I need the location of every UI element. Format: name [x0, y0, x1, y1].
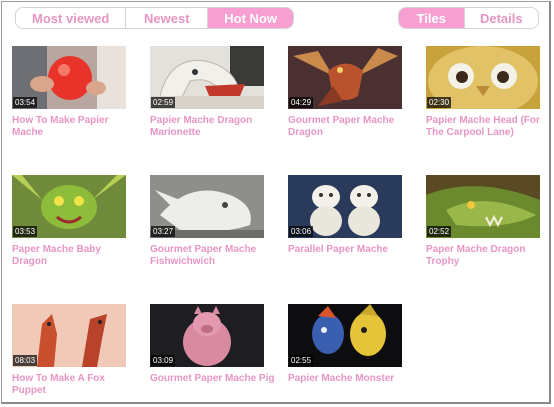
video-duration: 03:27	[151, 226, 176, 237]
video-thumbnail[interactable]: 04:29	[288, 46, 402, 109]
tab-most-viewed[interactable]: Most viewed	[16, 8, 127, 28]
video-title[interactable]: Papier Mache Dragon Marionette	[150, 115, 275, 139]
video-duration: 08:03	[13, 355, 38, 366]
video-thumbnail[interactable]: 03:27	[150, 175, 264, 238]
video-duration: 02:52	[427, 226, 452, 237]
video-duration: 03:54	[13, 97, 38, 108]
video-card[interactable]: 02:52 Paper Mache Dragon Trophy	[426, 175, 551, 268]
video-thumbnail[interactable]: 03:53	[12, 175, 126, 238]
video-card[interactable]: 04:29 Gourmet Paper Mache Dragon	[288, 46, 413, 139]
video-duration: 02:30	[427, 97, 452, 108]
video-thumbnail[interactable]: 08:03	[12, 304, 126, 367]
video-title[interactable]: How To Make Papier Mache	[12, 115, 137, 139]
video-title[interactable]: Parallel Paper Mache	[288, 244, 413, 256]
video-duration: 03:53	[13, 226, 38, 237]
tab-details[interactable]: Details	[464, 8, 538, 28]
video-title[interactable]: Gourmet Paper Mache Dragon	[288, 115, 413, 139]
video-title[interactable]: Papier Mache Monster	[288, 373, 413, 385]
video-card[interactable]: 02:30 Papier Mache Head (For The Carpool…	[426, 46, 551, 139]
tab-tiles[interactable]: Tiles	[399, 8, 465, 28]
video-thumbnail[interactable]: 02:30	[426, 46, 540, 109]
video-card[interactable]: 02:59 Papier Mache Dragon Marionette	[150, 46, 275, 139]
video-card[interactable]: 08:03 How To Make A Fox Puppet	[12, 304, 137, 397]
video-title[interactable]: Paper Mache Baby Dragon	[12, 244, 137, 268]
video-duration: 02:55	[289, 355, 314, 366]
video-title[interactable]: Papier Mache Head (For The Carpool Lane)	[426, 115, 551, 139]
video-title[interactable]: Gourmet Paper Mache Pig	[150, 373, 275, 385]
video-thumbnail[interactable]: 03:54	[12, 46, 126, 109]
video-card[interactable]: 03:09 Gourmet Paper Mache Pig	[150, 304, 275, 385]
video-duration: 03:06	[289, 226, 314, 237]
view-mode-tabs: Tiles Details	[398, 7, 539, 29]
video-duration: 04:29	[289, 97, 314, 108]
video-duration: 02:59	[151, 97, 176, 108]
video-card[interactable]: 02:55 Papier Mache Monster	[288, 304, 413, 385]
video-thumbnail[interactable]: 02:59	[150, 46, 264, 109]
video-title[interactable]: Paper Mache Dragon Trophy	[426, 244, 551, 268]
video-card[interactable]: 03:27 Gourmet Paper Mache Fishwichwich	[150, 175, 275, 268]
video-thumbnail[interactable]: 02:52	[426, 175, 540, 238]
sort-tabs: Most viewed Newest Hot Now	[15, 7, 294, 29]
video-thumbnail[interactable]: 02:55	[288, 304, 402, 367]
tab-newest[interactable]: Newest	[126, 8, 209, 28]
video-thumbnail[interactable]: 03:06	[288, 175, 402, 238]
video-gallery-panel: Most viewed Newest Hot Now Tiles Details…	[1, 1, 551, 404]
video-thumbnail[interactable]: 03:09	[150, 304, 264, 367]
video-card[interactable]: 03:06 Parallel Paper Mache	[288, 175, 413, 256]
video-title[interactable]: Gourmet Paper Mache Fishwichwich	[150, 244, 275, 268]
video-card[interactable]: 03:53 Paper Mache Baby Dragon	[12, 175, 137, 268]
video-title[interactable]: How To Make A Fox Puppet	[12, 373, 137, 397]
video-card[interactable]: 03:54 How To Make Papier Mache	[12, 46, 137, 139]
video-duration: 03:09	[151, 355, 176, 366]
tab-hot-now[interactable]: Hot Now	[208, 8, 293, 28]
